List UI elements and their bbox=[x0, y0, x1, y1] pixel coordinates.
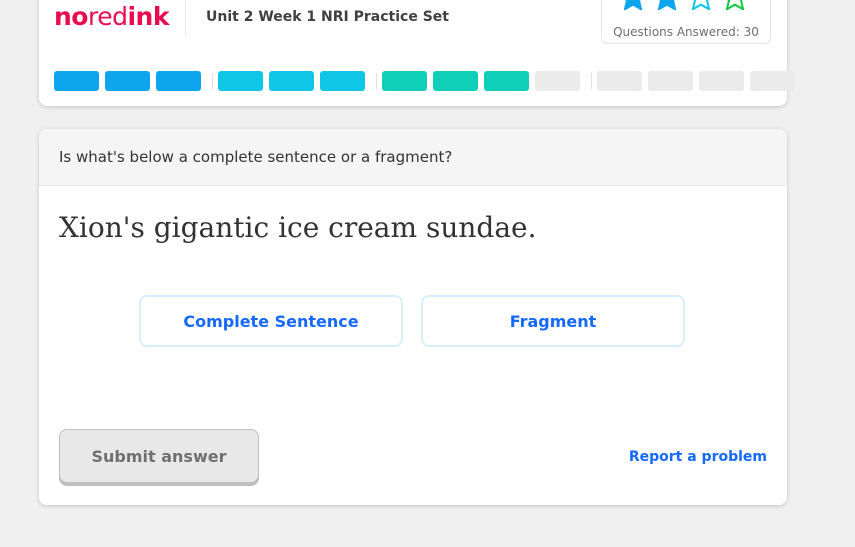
submit-answer-button[interactable]: Submit answer bbox=[59, 429, 259, 483]
star-rating bbox=[618, 0, 758, 13]
star-empty-icon bbox=[725, 0, 745, 10]
logo-part-red: red bbox=[87, 2, 128, 31]
progress-segment bbox=[433, 71, 478, 91]
logo-part-ink: ink bbox=[127, 2, 169, 31]
star-filled-icon bbox=[657, 0, 677, 10]
question-card: Is what's below a complete sentence or a… bbox=[39, 129, 787, 505]
noredink-logo[interactable]: noredink bbox=[54, 2, 169, 31]
progress-segment bbox=[269, 71, 314, 91]
star-empty-icon bbox=[691, 0, 711, 10]
progress-segment bbox=[105, 71, 150, 91]
progress-segment bbox=[648, 71, 693, 91]
segment-group-divider bbox=[211, 73, 213, 89]
question-sentence: Xion's gigantic ice cream sundae. bbox=[59, 211, 537, 244]
progress-segment bbox=[320, 71, 365, 91]
report-problem-link[interactable]: Report a problem bbox=[629, 449, 767, 465]
progress-segment bbox=[382, 71, 427, 91]
progress-segment bbox=[699, 71, 744, 91]
progress-box: Questions Answered: 30 bbox=[601, 0, 771, 44]
question-prompt: Is what's below a complete sentence or a… bbox=[59, 148, 453, 166]
progress-segment bbox=[535, 71, 580, 91]
progress-bar bbox=[54, 71, 795, 91]
progress-segment bbox=[218, 71, 263, 91]
progress-segment bbox=[750, 71, 795, 91]
progress-segment bbox=[54, 71, 99, 91]
progress-segment bbox=[484, 71, 529, 91]
questions-answered: Questions Answered: 30 bbox=[613, 25, 759, 39]
assignment-header: noredink Unit 2 Week 1 NRI Practice Set … bbox=[39, 0, 795, 106]
assignment-title: Unit 2 Week 1 NRI Practice Set bbox=[206, 9, 449, 25]
logo-part-no: no bbox=[54, 2, 88, 31]
star-filled-icon bbox=[623, 0, 643, 10]
progress-segment bbox=[156, 71, 201, 91]
progress-segment bbox=[597, 71, 642, 91]
header-divider bbox=[185, 0, 186, 36]
segment-group-divider bbox=[590, 73, 592, 89]
choice-fragment-button[interactable]: Fragment bbox=[421, 295, 685, 347]
segment-group-divider bbox=[375, 73, 377, 89]
choice-complete-sentence-button[interactable]: Complete Sentence bbox=[139, 295, 403, 347]
prompt-bar: Is what's below a complete sentence or a… bbox=[39, 129, 787, 186]
